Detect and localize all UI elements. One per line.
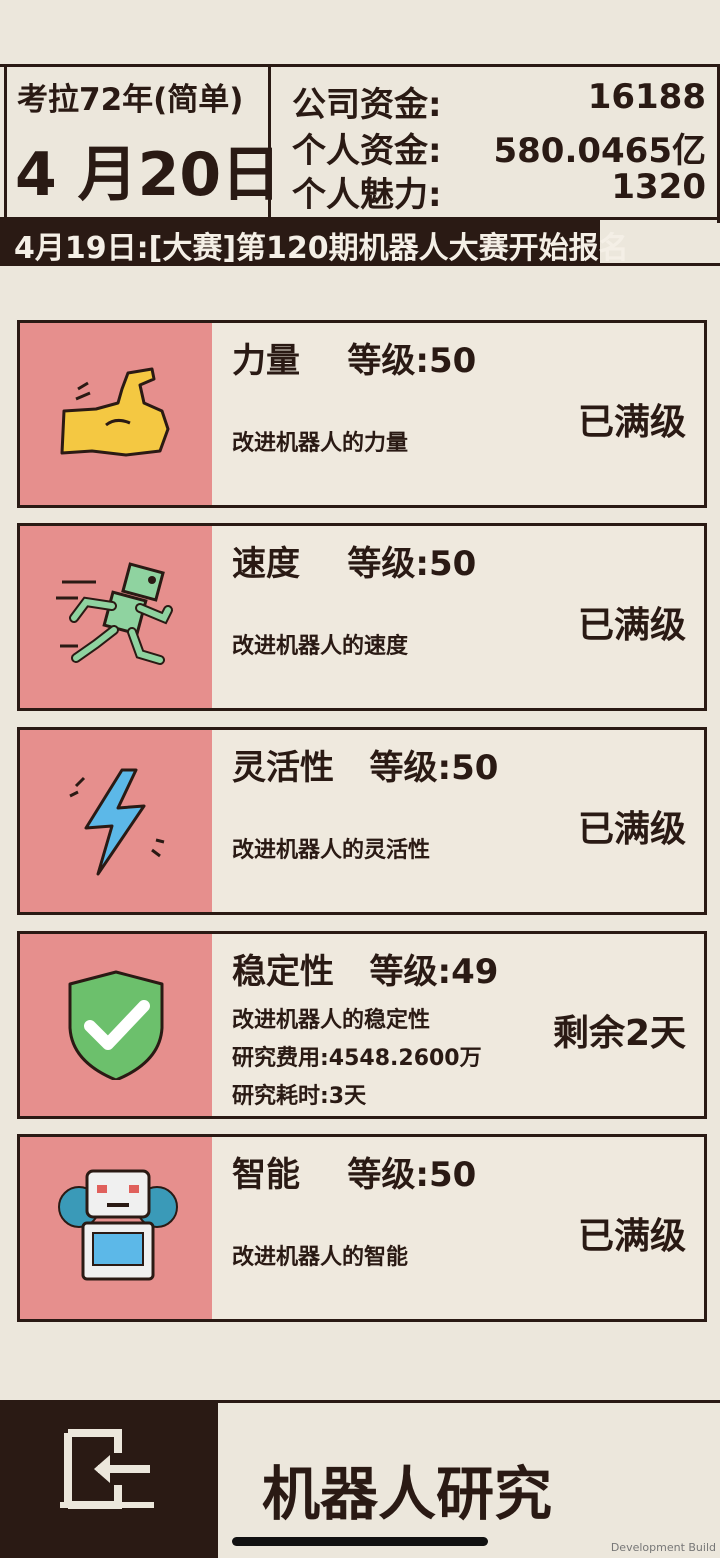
charisma-label: 个人魅力: — [292, 175, 442, 215]
card-description: 改进机器人的稳定性 — [232, 1008, 431, 1033]
charisma-row: 个人魅力: 1320 — [292, 167, 706, 215]
research-time: 研究耗时:3天 — [232, 1084, 367, 1109]
bottom-bar: 机器人研究 Development Build — [0, 1400, 720, 1558]
research-cost: 研究费用:4548.2600万 — [232, 1046, 482, 1071]
lightning-bolt-icon — [69, 768, 165, 876]
running-robot-icon — [56, 562, 173, 665]
card-description: 改进机器人的灵活性 — [232, 838, 431, 863]
card-description: 改进机器人的智能 — [232, 1245, 409, 1270]
stats-panel: 考拉72年(简单) 4 月20日 公司资金: 16188 个人资金: 580.0… — [0, 64, 720, 223]
research-card-strength[interactable]: 力量 等级:50 改进机器人的力量 已满级 — [17, 320, 707, 508]
muscle-arm-icon — [60, 367, 170, 457]
dev-build-label: Development Build — [610, 1541, 716, 1554]
card-title: 稳定性 等级:49 — [232, 952, 499, 992]
card-title: 智能 等级:50 — [232, 1155, 477, 1195]
card-status: 已满级 — [577, 402, 686, 443]
charisma-value: 1320 — [611, 167, 706, 207]
home-indicator[interactable] — [232, 1537, 488, 1546]
research-card-speed[interactable]: 速度 等级:50 改进机器人的速度 已满级 — [17, 523, 707, 711]
year-mode-label: 考拉72年(简单) — [17, 82, 244, 118]
card-title: 灵活性 等级:50 — [232, 748, 499, 788]
back-button[interactable] — [0, 1403, 218, 1558]
exit-icon — [60, 1429, 154, 1509]
card-status: 已满级 — [577, 1216, 686, 1257]
research-card-intelligence[interactable]: 智能 等级:50 改进机器人的智能 已满级 — [17, 1134, 707, 1322]
robot-gear-icon — [58, 1169, 178, 1281]
page-title: 机器人研究 — [262, 1460, 553, 1528]
personal-funds-row: 个人资金: 580.0465亿 — [292, 123, 706, 171]
card-icon-panel — [20, 526, 212, 708]
company-funds-label: 公司资金: — [292, 85, 442, 125]
shield-check-icon — [68, 970, 164, 1080]
card-icon-panel — [20, 934, 212, 1116]
card-description: 改进机器人的速度 — [232, 634, 409, 659]
current-date: 4 月20日 — [15, 140, 282, 210]
card-status: 已满级 — [577, 605, 686, 646]
company-funds-row: 公司资金: 16188 — [292, 77, 706, 125]
card-icon-panel — [20, 1137, 212, 1319]
card-title: 速度 等级:50 — [232, 544, 477, 584]
card-title: 力量 等级:50 — [232, 341, 477, 381]
personal-funds-value: 580.0465亿 — [493, 131, 706, 171]
card-status: 已满级 — [577, 809, 686, 850]
news-ticker[interactable]: 4月19日:[大赛]第120期机器人大赛开始报名 — [0, 220, 720, 266]
card-icon-panel — [20, 323, 212, 505]
card-description: 改进机器人的力量 — [232, 431, 409, 456]
card-status: 剩余2天 — [552, 1013, 686, 1054]
personal-funds-label: 个人资金: — [292, 131, 442, 171]
date-box: 考拉72年(简单) 4 月20日 — [4, 66, 281, 220]
card-icon-panel — [20, 730, 212, 912]
news-text: 4月19日:[大赛]第120期机器人大赛开始报名 — [14, 231, 629, 266]
research-card-agility[interactable]: 灵活性 等级:50 改进机器人的灵活性 已满级 — [17, 727, 707, 915]
research-card-stability[interactable]: 稳定性 等级:49 改进机器人的稳定性 研究费用:4548.2600万 研究耗时… — [17, 931, 707, 1119]
company-funds-value: 16188 — [587, 77, 706, 117]
